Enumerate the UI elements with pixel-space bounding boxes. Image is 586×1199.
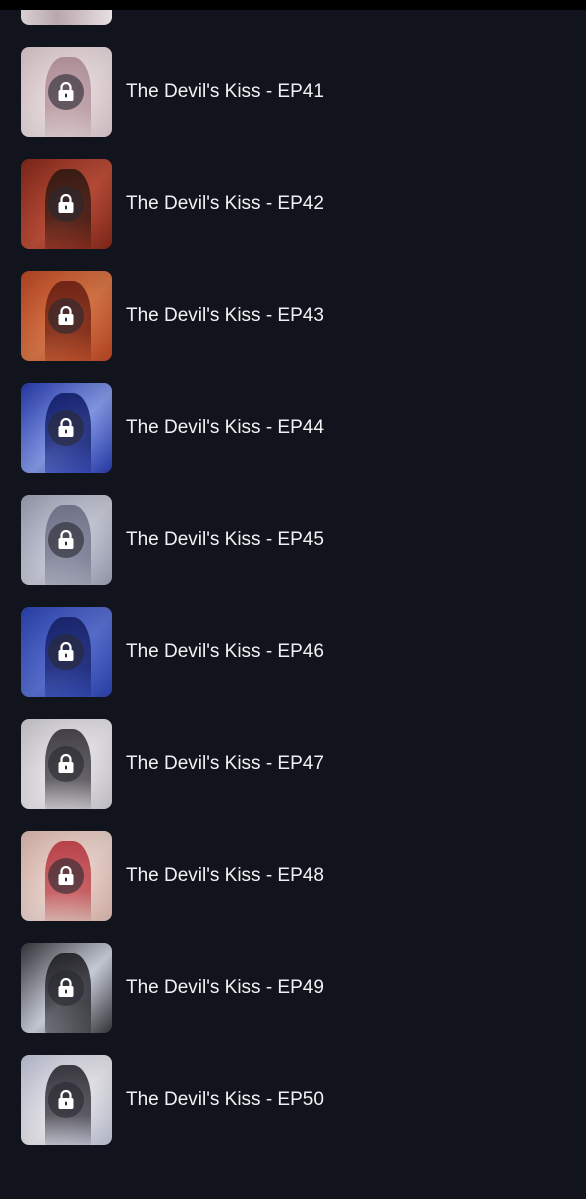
episode-list-item[interactable]: The Devil's Kiss - EP42: [0, 158, 586, 270]
episode-title: The Devil's Kiss - EP45: [126, 529, 324, 550]
episode-list-item[interactable]: The Devil's Kiss - EP48: [0, 830, 586, 942]
lock-icon: [48, 410, 84, 446]
episode-list: The Devil's Kiss - EP41 The Devil's Kiss …: [0, 46, 586, 1166]
episode-title: The Devil's Kiss - EP47: [126, 753, 324, 774]
episode-thumbnail[interactable]: [21, 271, 112, 361]
episode-list-item[interactable]: The Devil's Kiss - EP47: [0, 718, 586, 830]
lock-icon: [48, 74, 84, 110]
episode-list-item[interactable]: The Devil's Kiss - EP45: [0, 494, 586, 606]
episode-list-item[interactable]: The Devil's Kiss - EP41: [0, 46, 586, 158]
lock-icon: [48, 970, 84, 1006]
episode-title: The Devil's Kiss - EP41: [126, 81, 324, 102]
lock-icon: [48, 298, 84, 334]
episode-title: The Devil's Kiss - EP43: [126, 305, 324, 326]
episode-thumbnail[interactable]: [21, 159, 112, 249]
episode-list-item[interactable]: The Devil's Kiss - EP46: [0, 606, 586, 718]
episode-thumbnail[interactable]: [21, 607, 112, 697]
lock-icon: [48, 634, 84, 670]
episode-thumbnail[interactable]: [21, 495, 112, 585]
episode-list-item[interactable]: The Devil's Kiss - EP49: [0, 942, 586, 1054]
episode-thumbnail[interactable]: [21, 1055, 112, 1145]
episode-title: The Devil's Kiss - EP46: [126, 641, 324, 662]
lock-icon: [48, 1082, 84, 1118]
lock-icon: [48, 522, 84, 558]
episode-title: The Devil's Kiss - EP42: [126, 193, 324, 214]
episode-title: The Devil's Kiss - EP48: [126, 865, 324, 886]
partial-episode-thumbnail[interactable]: [21, 10, 112, 25]
episode-list-item[interactable]: The Devil's Kiss - EP50: [0, 1054, 586, 1166]
episode-title: The Devil's Kiss - EP49: [126, 977, 324, 998]
episode-thumbnail[interactable]: [21, 831, 112, 921]
episode-title: The Devil's Kiss - EP50: [126, 1089, 324, 1110]
lock-icon: [48, 746, 84, 782]
episode-list-item[interactable]: The Devil's Kiss - EP44: [0, 382, 586, 494]
episode-thumbnail[interactable]: [21, 383, 112, 473]
episode-title: The Devil's Kiss - EP44: [126, 417, 324, 438]
episode-thumbnail[interactable]: [21, 47, 112, 137]
episode-list-item[interactable]: The Devil's Kiss - EP43: [0, 270, 586, 382]
lock-icon: [48, 858, 84, 894]
episode-thumbnail[interactable]: [21, 719, 112, 809]
status-bar-strip: [0, 0, 586, 10]
episode-thumbnail[interactable]: [21, 943, 112, 1033]
lock-icon: [48, 186, 84, 222]
